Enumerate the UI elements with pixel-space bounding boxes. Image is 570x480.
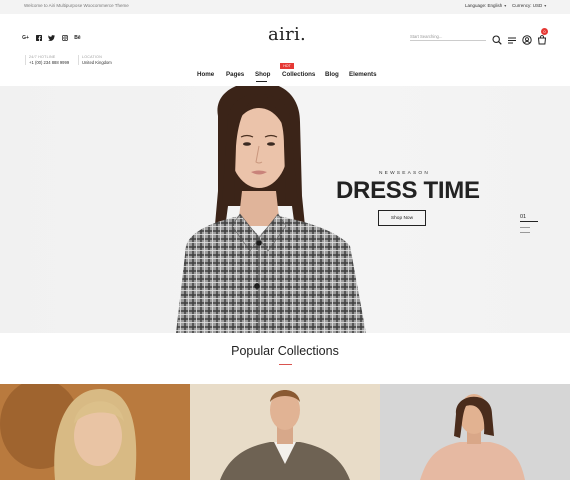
chevron-down-icon: ▾ (544, 3, 547, 8)
hero-title: DRESS TIME (336, 177, 480, 204)
collection-image (190, 384, 380, 480)
twitter-icon[interactable] (48, 34, 55, 41)
nav-item-elements[interactable]: Elements (349, 71, 377, 78)
cart-count-badge: 0 (541, 28, 548, 35)
nav-item-home[interactable]: Home (197, 71, 214, 78)
location-info: LOCATION United Kingdom (78, 55, 112, 65)
slide-indicator[interactable] (520, 232, 530, 233)
collection-tile[interactable] (190, 384, 380, 480)
language-select[interactable]: Language: English ▾ (465, 3, 506, 8)
hot-badge: HOT (280, 63, 294, 69)
nav-item-pages[interactable]: Pages (226, 71, 244, 78)
facebook-icon[interactable] (35, 34, 42, 41)
search-input[interactable]: Start Searching... (410, 34, 486, 41)
nav-item-blog[interactable]: Blog (325, 71, 339, 78)
nav-item-shop[interactable]: Shop (255, 71, 270, 78)
section-title: Popular Collections (231, 344, 339, 358)
location-value: United Kingdom (82, 60, 112, 65)
hotline-info: 24/7 HOTLINE +1 (00) 234 888 9999 (25, 55, 69, 65)
section-title-underline (279, 364, 292, 365)
menu-icon[interactable] (507, 32, 517, 44)
nav-active-indicator (256, 81, 267, 82)
social-links: G+ Bē (22, 34, 81, 41)
collection-tile[interactable] (380, 384, 570, 480)
top-bar: Welcome to Airi Multipurpose Woocommerce… (0, 0, 570, 14)
currency-select[interactable]: Currency: USD ▾ (512, 3, 546, 8)
hotline-value: +1 (00) 234 888 9999 (29, 60, 70, 65)
language-label: Language: English (465, 3, 503, 8)
collection-image (380, 384, 570, 480)
hero-slider: NEWSEASON DRESS TIME Shop Now 01 (0, 86, 570, 333)
site-logo[interactable]: airi. (268, 24, 306, 45)
collection-image (0, 384, 190, 480)
main-nav: Home Pages Shop Collections Blog Element… (0, 71, 570, 82)
instagram-icon[interactable] (61, 34, 68, 41)
user-icon[interactable] (522, 32, 532, 45)
google-plus-icon[interactable]: G+ (22, 34, 29, 41)
shop-now-button[interactable]: Shop Now (378, 210, 426, 226)
collection-tile[interactable] (0, 384, 190, 480)
slide-indicator[interactable] (520, 227, 530, 228)
hero-kicker: NEWSEASON (379, 171, 430, 176)
hero-model-image (176, 86, 366, 333)
nav-item-collections[interactable]: Collections (282, 71, 315, 78)
hotline-label: 24/7 HOTLINE (29, 55, 56, 59)
welcome-text: Welcome to Airi Multipurpose Woocommerce… (24, 3, 129, 8)
slide-indicator-active[interactable] (520, 221, 538, 222)
slide-number: 01 (520, 214, 527, 220)
search-icon[interactable] (492, 32, 502, 45)
currency-label: Currency: USD (512, 3, 543, 8)
chevron-down-icon: ▾ (504, 3, 507, 8)
location-label: LOCATION (82, 55, 103, 59)
behance-icon[interactable]: Bē (74, 34, 81, 41)
